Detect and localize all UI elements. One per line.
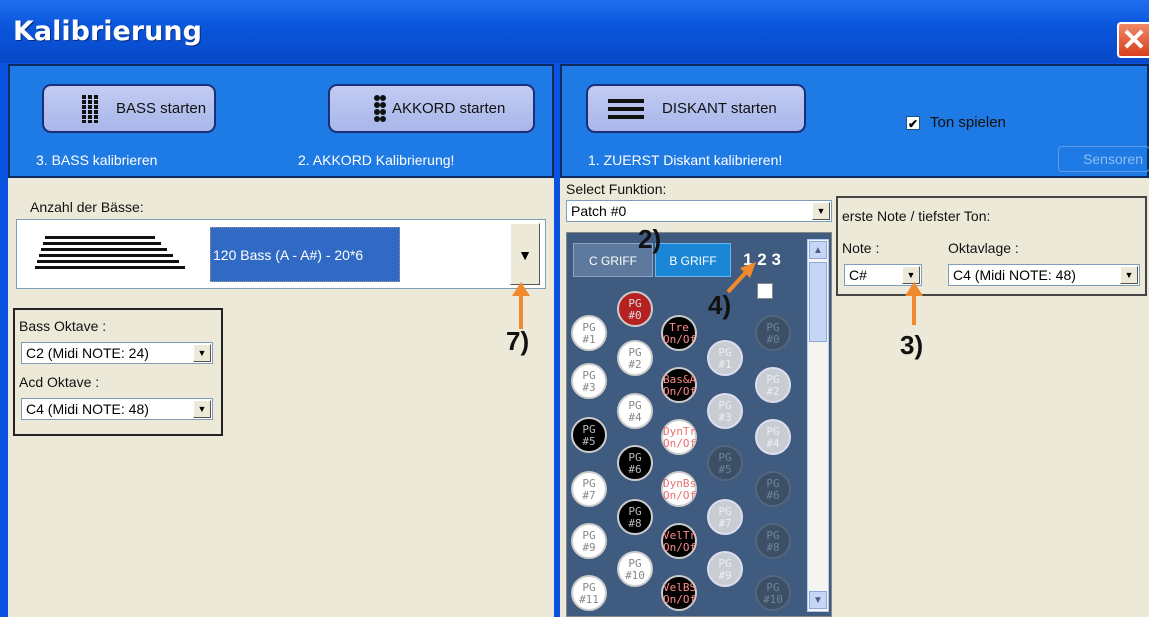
pg-key[interactable]: PG #6 (617, 445, 653, 481)
diskant-lines-icon (608, 99, 644, 119)
scroll-up-icon[interactable]: ▲ (809, 241, 827, 259)
akkord-start-button[interactable]: AKKORD starten (328, 84, 535, 133)
pg-key[interactable]: PG #9 (571, 523, 607, 559)
acd-oktave-dropdown-icon[interactable]: ▼ (193, 400, 211, 418)
select-funktion-value: Patch #0 (571, 203, 627, 219)
acd-oktave-label: Acd Oktave : (19, 374, 100, 390)
dim-key: PG #4 (755, 419, 791, 455)
annotation-2: 2) (638, 224, 662, 254)
toggle-key[interactable]: VelBS On/Of (661, 575, 697, 611)
keypad-area: C GRIFF B GRIFF 1 2 3 ▲ ▼ PG #1 PG #3 PG… (566, 232, 832, 617)
dim-key: PG #6 (755, 471, 791, 507)
akkord-caption: 2. AKKORD Kalibrierung! (298, 152, 455, 168)
keypad-scrollbar[interactable]: ▲ ▼ (807, 239, 829, 612)
erste-note-group: erste Note / tiefster Ton: Note : C# ▼ O… (836, 196, 1147, 296)
diskant-caption: 1. ZUERST Diskant kalibrieren! (588, 152, 783, 168)
bass-oktave-value: C2 (Midi NOTE: 24) (26, 345, 149, 361)
select-funktion-combo[interactable]: Patch #0 ▼ (566, 200, 832, 222)
pg-key[interactable]: PG #10 (617, 551, 653, 587)
annotation-7-arrow (519, 295, 523, 329)
pg-key[interactable]: PG #1 (571, 315, 607, 351)
bass-button-panel: BASS starten AKKORD starten 3. BASS kali… (8, 64, 554, 178)
dim-key: PG #1 (707, 340, 743, 376)
annotation-7-arrowhead (512, 282, 530, 296)
select-funktion-label: Select Funktion: (566, 181, 667, 197)
pg-key[interactable]: PG #4 (617, 393, 653, 429)
scroll-thumb[interactable] (809, 262, 827, 342)
tab-b-griff[interactable]: B GRIFF (655, 243, 731, 277)
dim-key: PG #9 (707, 551, 743, 587)
ton-spielen-checkbox[interactable]: ✔ (906, 116, 920, 131)
note-label: Note : (842, 240, 880, 256)
anzahl-selected-value: 120 Bass (A - A#) - 20*6 (210, 227, 400, 282)
dim-key: PG #8 (755, 523, 791, 559)
oktave-group: Bass Oktave : C2 (Midi NOTE: 24) ▼ Acd O… (13, 308, 223, 436)
sensoren-button[interactable]: Sensoren (1058, 146, 1149, 172)
annotation-3-arrow (912, 295, 916, 325)
toggle-key[interactable]: DynBs On/Of (661, 471, 697, 507)
anzahl-combo[interactable]: 120 Bass (A - A#) - 20*6 ▼ (16, 219, 546, 289)
dim-key: PG #10 (755, 575, 791, 611)
pg-key[interactable]: PG #11 (571, 575, 607, 611)
akkord-start-label: AKKORD starten (392, 100, 506, 117)
oktavlage-dropdown-icon[interactable]: ▼ (1120, 266, 1138, 284)
toggle-key[interactable]: DynTr On/Of (661, 419, 697, 455)
close-button[interactable]: ✕ (1117, 22, 1149, 58)
akkord-dots-icon (374, 95, 386, 122)
erste-note-label: erste Note / tiefster Ton: (842, 208, 991, 224)
select-funktion-dropdown-icon[interactable]: ▼ (812, 202, 830, 220)
pg-key[interactable]: PG #3 (571, 363, 607, 399)
pg-key[interactable]: PG #2 (617, 340, 653, 376)
anzahl-dropdown-button[interactable]: ▼ (510, 223, 540, 285)
bass-start-label: BASS starten (116, 100, 207, 117)
bass-oktave-select[interactable]: C2 (Midi NOTE: 24) ▼ (21, 342, 213, 364)
oktavlage-select[interactable]: C4 (Midi NOTE: 48) ▼ (948, 264, 1140, 286)
bass-start-button[interactable]: BASS starten (42, 84, 216, 133)
toggle-key[interactable]: Tre On/Of (661, 315, 697, 351)
annotation-7: 7) (506, 326, 530, 356)
dim-key: PG #5 (707, 445, 743, 481)
bass-caption: 3. BASS kalibrieren (36, 152, 158, 168)
window-title: Kalibrierung (13, 16, 202, 47)
ton-spielen-label: Ton spielen (930, 114, 1006, 131)
bass-oktave-label: Bass Oktave : (19, 318, 107, 334)
dim-key: PG #0 (755, 315, 791, 351)
bass-settings-panel: Anzahl der Bässe: 120 Bass (A - A#) - 20… (8, 178, 554, 617)
pg-key[interactable]: PG #7 (571, 471, 607, 507)
acd-oktave-value: C4 (Midi NOTE: 48) (26, 401, 149, 417)
acd-oktave-select[interactable]: C4 (Midi NOTE: 48) ▼ (21, 398, 213, 420)
diskant-button-panel: DISKANT starten 1. ZUERST Diskant kalibr… (560, 64, 1149, 178)
oktavlage-value: C4 (Midi NOTE: 48) (953, 267, 1076, 283)
pg-key-selected[interactable]: PG #0 (617, 291, 653, 327)
toggle-key[interactable]: Bas&A On/Of (661, 367, 697, 403)
bass-rows-icon (35, 234, 195, 269)
oktavlage-label: Oktavlage : (948, 240, 1019, 256)
annotation-3-arrowhead (905, 282, 923, 296)
bass-grid-icon (82, 95, 98, 123)
pg-key[interactable]: PG #8 (617, 499, 653, 535)
diskant-start-button[interactable]: DISKANT starten (586, 84, 806, 133)
diskant-start-label: DISKANT starten (662, 100, 777, 117)
annotation-3: 3) (900, 330, 924, 360)
bass-oktave-dropdown-icon[interactable]: ▼ (193, 344, 211, 362)
dim-key: PG #3 (707, 393, 743, 429)
note-value: C# (849, 267, 867, 283)
pg-key[interactable]: PG #5 (571, 417, 607, 453)
dim-key: PG #2 (755, 367, 791, 403)
annotation-4-arrow (726, 262, 756, 294)
toggle-key[interactable]: VelTr On/Of (661, 523, 697, 559)
dim-key: PG #7 (707, 499, 743, 535)
scroll-down-icon[interactable]: ▼ (809, 591, 827, 609)
anzahl-label: Anzahl der Bässe: (30, 199, 144, 215)
